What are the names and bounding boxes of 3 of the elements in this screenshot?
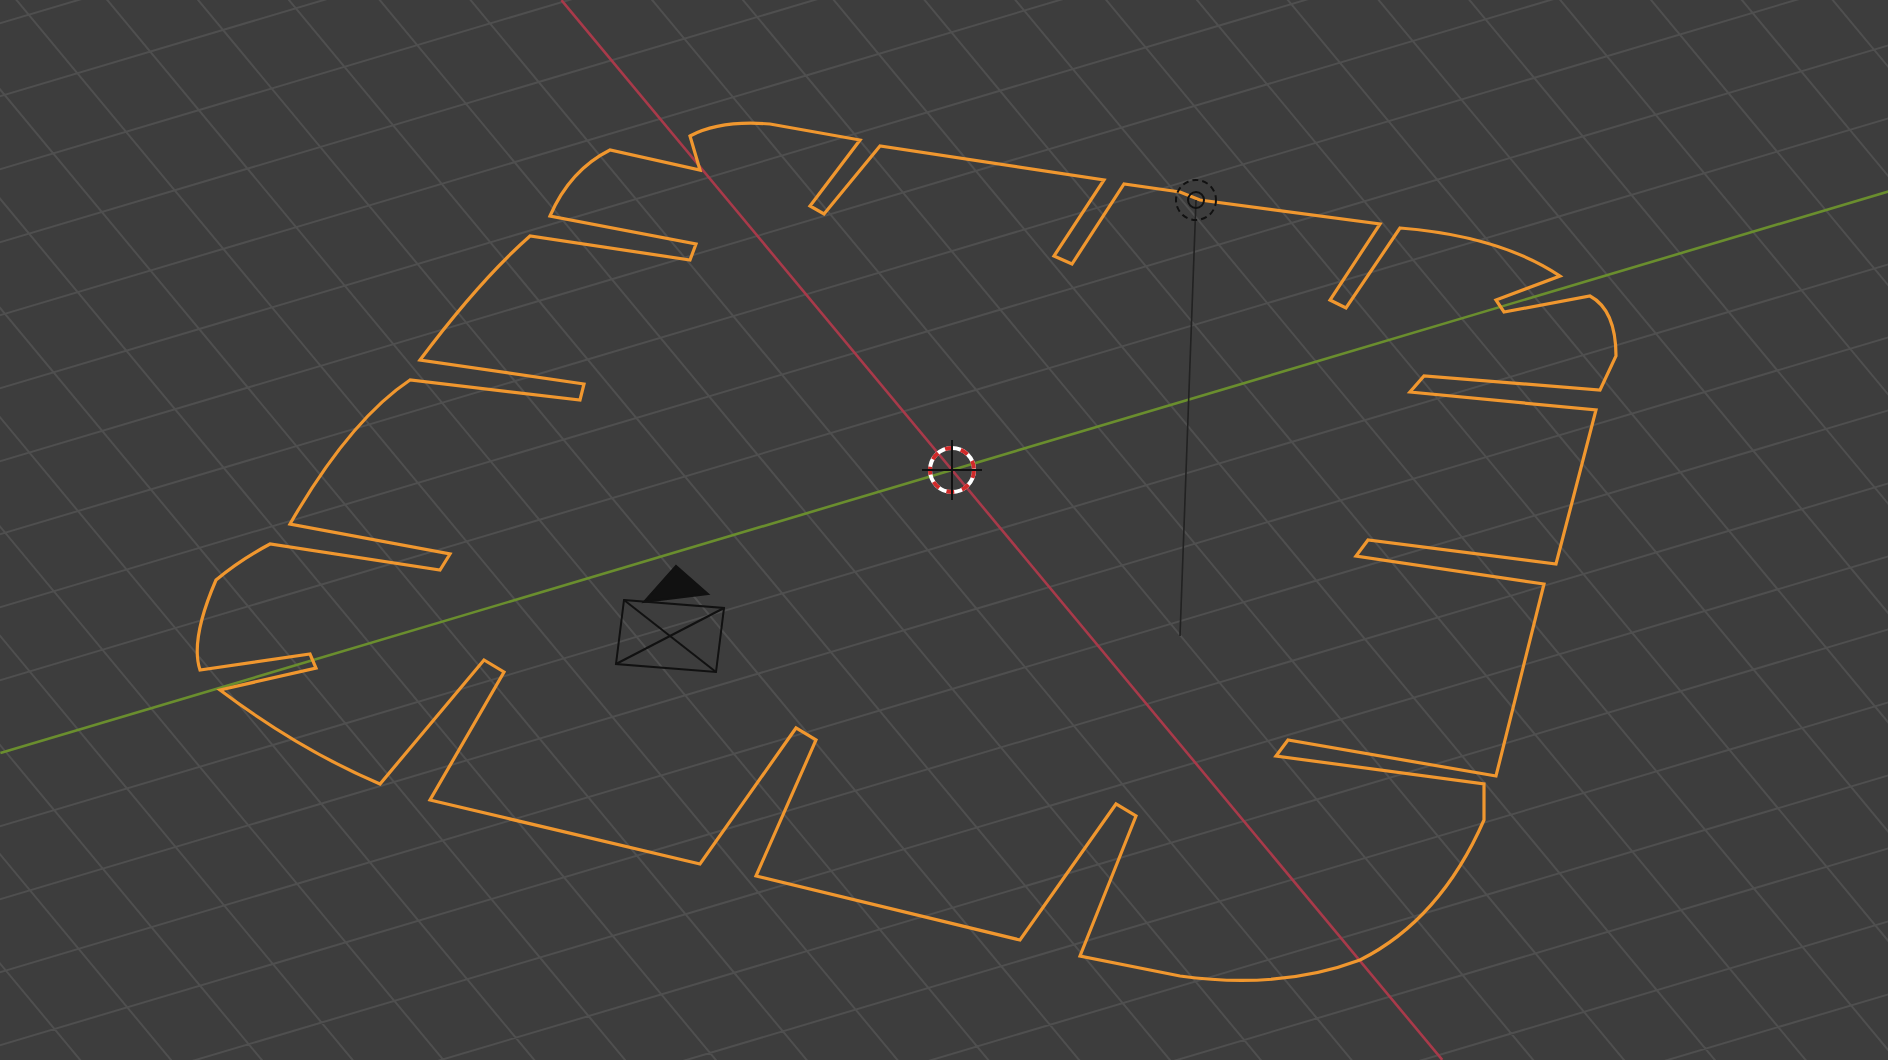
3d-cursor-icon[interactable] xyxy=(921,439,983,501)
camera-icon[interactable] xyxy=(614,564,726,674)
light-icon[interactable] xyxy=(1175,179,1217,637)
